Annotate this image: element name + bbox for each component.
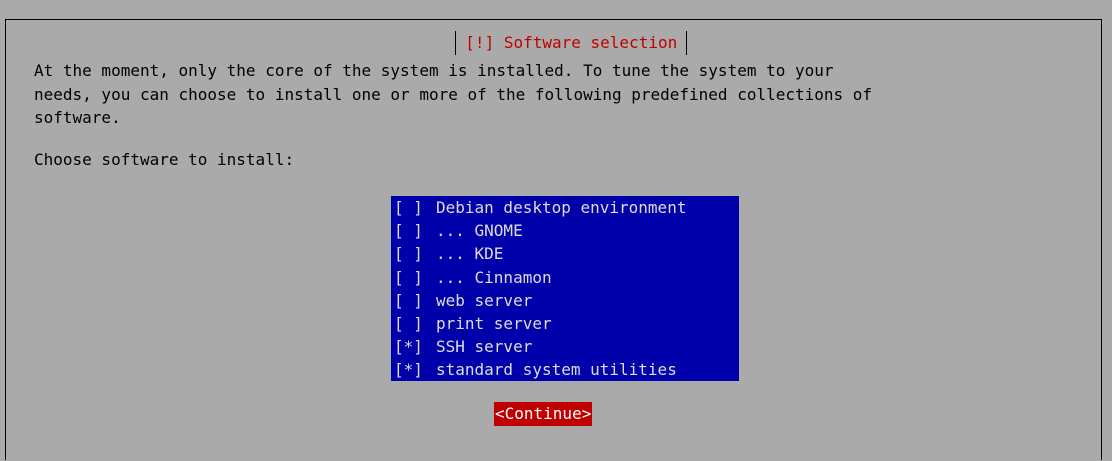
choose-software-prompt: Choose software to install:: [34, 150, 295, 169]
title-left-bracket: [455, 31, 457, 55]
option-label: web server: [436, 290, 533, 310]
checkbox-checked[interactable]: [*]: [394, 358, 436, 381]
dialog-title-container: [!] Software selection: [442, 30, 701, 55]
option-label: ... GNOME: [436, 221, 523, 241]
checkbox[interactable]: [ ]: [394, 266, 436, 289]
dialog-message: At the moment, only the core of the syst…: [34, 59, 1094, 130]
software-option-ssh-server[interactable]: [*] SSH server: [391, 335, 739, 358]
checkbox-checked[interactable]: [*]: [394, 335, 436, 358]
option-label: Debian desktop environment: [436, 198, 687, 217]
checkbox[interactable]: [ ]: [394, 196, 436, 219]
checkbox[interactable]: [ ]: [394, 289, 436, 312]
continue-button[interactable]: <Continue>: [494, 402, 593, 426]
software-list[interactable]: [ ] Debian desktop environment [ ]... GNO…: [391, 196, 739, 381]
software-option-gnome[interactable]: [ ]... GNOME: [391, 219, 739, 242]
option-label: ... KDE: [436, 244, 504, 264]
checkbox[interactable]: [ ]: [394, 219, 436, 242]
software-option-standard-utilities[interactable]: [*] standard system utilities: [391, 358, 739, 381]
message-line: software.: [34, 108, 121, 127]
dialog-title: [!] Software selection: [465, 32, 678, 52]
message-line: needs, you can choose to install one or …: [34, 84, 873, 104]
message-line: At the moment, only the core of the syst…: [34, 61, 834, 80]
option-label: SSH server: [436, 337, 533, 357]
software-option-cinnamon[interactable]: [ ]... Cinnamon: [391, 266, 739, 289]
option-label: standard system utilities: [436, 360, 677, 380]
software-option-print-server[interactable]: [ ] print server: [391, 312, 739, 335]
software-option-web-server[interactable]: [ ] web server: [391, 289, 739, 312]
title-right-bracket: [686, 31, 688, 55]
software-option-kde[interactable]: [ ]... KDE: [391, 242, 739, 265]
software-option-debian-desktop[interactable]: [ ] Debian desktop environment: [391, 196, 739, 219]
option-label: ... Cinnamon: [436, 267, 552, 287]
checkbox[interactable]: [ ]: [394, 312, 436, 335]
option-label: print server: [436, 313, 552, 333]
checkbox[interactable]: [ ]: [394, 242, 436, 265]
software-selection-dialog: [!] Software selection At the moment, on…: [0, 0, 1112, 461]
